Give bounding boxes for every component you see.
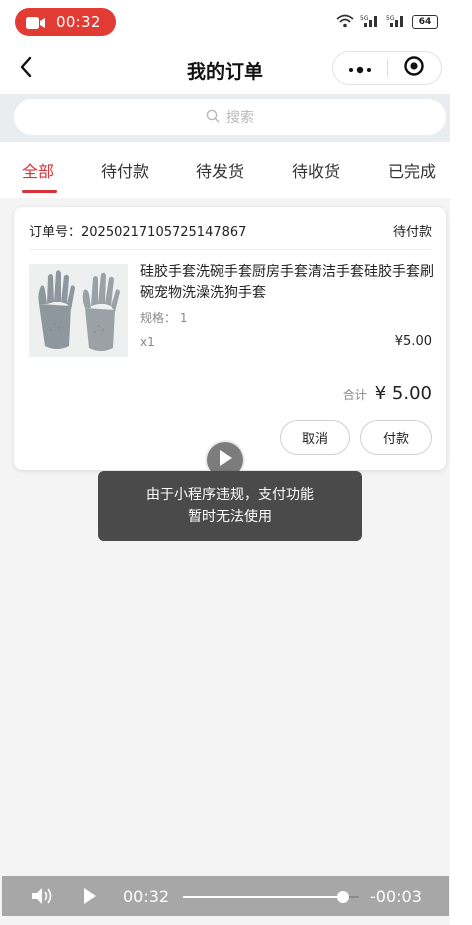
cancel-order-button[interactable]: 取消 <box>280 420 350 455</box>
search-area: 搜索 <box>0 94 450 142</box>
svg-text:5G: 5G <box>360 15 369 22</box>
status-bar: 00:32 5G 5G 64 <box>0 0 450 44</box>
nav-bar: 我的订单 <box>0 44 450 94</box>
cell-signal-icon-2: 5G <box>386 13 406 32</box>
svg-text:5G: 5G <box>386 15 395 22</box>
card-divider <box>29 249 431 250</box>
progress-handle[interactable] <box>337 891 350 903</box>
search-input[interactable]: 搜索 <box>14 99 446 135</box>
active-tab-indicator <box>22 190 57 193</box>
wifi-icon <box>336 13 354 32</box>
tab-pending-payment[interactable]: 待付款 <box>101 158 149 182</box>
tab-pending-receipt[interactable]: 待收货 <box>292 158 340 182</box>
recording-time: 00:32 <box>56 13 101 31</box>
phone-screen: 00:32 5G 5G 64 我的订单 搜索 全部 待付款 待发货 待收货 已完… <box>0 0 450 925</box>
product-name[interactable]: 硅胶手套洗碗手套厨房手套清洁手套硅胶手套刷碗宠物洗澡洗狗手套 <box>140 262 436 304</box>
order-number: 订单号：20250217105725147867 <box>29 225 247 240</box>
more-dots-icon <box>347 59 373 78</box>
order-status: 待付款 <box>392 225 432 240</box>
product-price: ¥5.00 <box>394 334 432 349</box>
current-time: 00:32 <box>123 887 170 906</box>
product-spec: 规格： 1 <box>140 311 188 325</box>
toast-line-1: 由于小程序违规，支付功能 <box>146 487 314 503</box>
progress-fill <box>183 896 344 898</box>
cell-signal-icon-1: 5G <box>360 13 380 32</box>
search-icon <box>206 108 220 127</box>
close-miniprogram-button[interactable] <box>387 51 441 85</box>
target-icon <box>403 55 425 81</box>
volume-icon[interactable] <box>30 886 54 910</box>
pay-button[interactable]: 付款 <box>360 420 432 455</box>
screen-recording-indicator[interactable]: 00:32 <box>15 8 116 36</box>
video-camera-icon <box>26 15 46 29</box>
progress-slider[interactable] <box>183 891 359 903</box>
order-card[interactable]: 订单号：20250217105725147867 待付款 硅胶手套洗碗手套厨房手… <box>14 207 446 470</box>
tab-pending-shipment[interactable]: 待发货 <box>196 158 244 182</box>
product-image[interactable] <box>29 264 128 357</box>
toast-line-2: 暂时无法使用 <box>188 509 272 525</box>
remaining-time: -00:03 <box>370 887 422 906</box>
play-icon <box>217 449 233 471</box>
tab-all[interactable]: 全部 <box>22 158 54 182</box>
battery-indicator: 64 <box>412 15 438 29</box>
status-icons: 5G 5G 64 <box>336 13 438 31</box>
total-value: ¥ 5.00 <box>374 383 432 404</box>
search-placeholder: 搜索 <box>226 110 254 126</box>
tab-completed[interactable]: 已完成 <box>388 158 436 182</box>
order-total-row: 合计 ¥ 5.00 <box>343 383 432 404</box>
product-quantity: x1 <box>140 335 155 349</box>
payment-disabled-toast: 由于小程序违规，支付功能 暂时无法使用 <box>98 471 362 541</box>
miniprogram-capsule <box>332 51 442 85</box>
more-button[interactable] <box>333 51 387 85</box>
order-tabs: 全部 待付款 待发货 待收货 已完成 <box>0 142 450 198</box>
total-label: 合计 <box>342 388 367 402</box>
video-controls: 00:32 -00:03 <box>2 876 449 916</box>
play-icon[interactable] <box>82 887 98 909</box>
